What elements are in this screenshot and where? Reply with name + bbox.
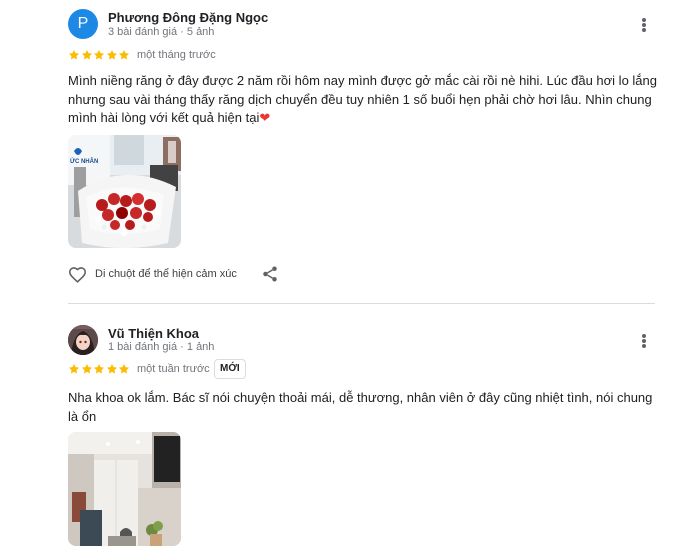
avatar[interactable]: P — [68, 9, 98, 39]
star-icon — [119, 50, 129, 60]
reviewer-meta: 1 bài đánh giá · 1 ảnh — [108, 341, 215, 353]
clinic-sign-text: ỨC NHÂN — [70, 158, 98, 165]
star-icon — [94, 364, 104, 374]
more-options-icon[interactable] — [636, 332, 652, 350]
review-text: Mình niềng răng ở đây được 2 năm rồi hôm… — [68, 72, 658, 128]
star-icon — [81, 50, 92, 60]
react-label: Di chuột để thể hiện cảm xúc — [95, 268, 237, 280]
star-rating — [68, 49, 131, 61]
avatar-letter: P — [77, 15, 89, 32]
star-icon — [106, 50, 117, 60]
more-options-icon[interactable] — [636, 16, 652, 34]
star-icon — [106, 364, 117, 374]
review-photo[interactable] — [68, 432, 181, 546]
reviewer-name[interactable]: Vũ Thiện Khoa — [108, 326, 199, 341]
review-actions: Di chuột để thể hiện cảm xúc — [68, 264, 277, 284]
review-photo[interactable]: ỨC NHÂN — [68, 135, 181, 248]
review-card: P Phương Đông Đặng Ngọc 3 bài đánh giá ·… — [0, 0, 700, 303]
star-icon — [119, 364, 129, 374]
star-icon — [69, 364, 79, 374]
reviewer-meta: 3 bài đánh giá · 5 ảnh — [108, 26, 215, 38]
clinic-interior-photo — [68, 432, 181, 546]
review-text-content: Mình niềng răng ở đây được 2 năm rồi hôm… — [68, 73, 657, 125]
new-badge: MỚI — [214, 359, 246, 379]
share-icon — [263, 266, 277, 282]
heart-emoji: ❤ — [259, 110, 271, 125]
star-rating — [68, 363, 131, 375]
avatar-image — [68, 325, 98, 355]
react-button[interactable]: Di chuột để thể hiện cảm xúc — [68, 266, 237, 283]
review-card: Vũ Thiện Khoa 1 bài đánh giá · 1 ảnh một… — [0, 304, 700, 551]
flower-bouquet-photo: ỨC NHÂN — [68, 135, 181, 248]
share-button[interactable] — [261, 265, 279, 288]
heart-outline-icon — [68, 266, 87, 283]
star-icon — [69, 50, 79, 60]
avatar[interactable] — [68, 325, 98, 355]
star-icon — [94, 50, 104, 60]
review-time: một tháng trước — [137, 49, 216, 61]
review-text: Nha khoa ok lắm. Bác sĩ nói chuyện thoải… — [68, 390, 653, 424]
review-time: một tuần trước — [137, 363, 210, 375]
reviewer-name[interactable]: Phương Đông Đặng Ngọc — [108, 10, 268, 25]
star-icon — [81, 364, 92, 374]
